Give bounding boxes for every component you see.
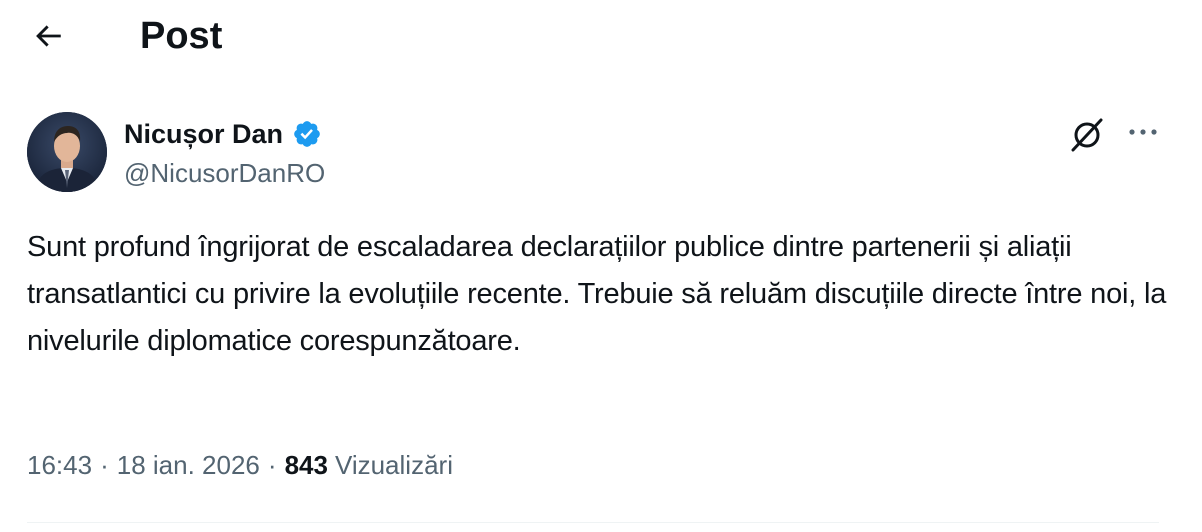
tweet: Nicușor Dan @NicusorDanRO Sunt profund î… xyxy=(0,76,1202,532)
avatar-image xyxy=(27,112,107,192)
views-label: Vizualizări xyxy=(334,450,453,480)
meta-separator: · xyxy=(100,450,109,480)
author-handle[interactable]: @NicusorDanRO xyxy=(124,156,325,190)
avatar[interactable] xyxy=(27,112,107,192)
grok-icon xyxy=(1071,118,1103,152)
tweet-time[interactable]: 16:43 xyxy=(27,448,92,482)
author-name[interactable]: Nicușor Dan xyxy=(124,118,283,150)
meta-separator: · xyxy=(267,450,277,480)
top-bar: Post xyxy=(0,0,1202,76)
divider xyxy=(27,522,1159,523)
tweet-meta: 16:43 · 18 ian. 2026 · 843 Vizualizări xyxy=(27,448,453,482)
back-button[interactable] xyxy=(22,12,74,60)
page-title: Post xyxy=(140,15,223,57)
views-count: 843 xyxy=(284,450,328,480)
author-name-row[interactable]: Nicușor Dan xyxy=(124,118,322,150)
tweet-date[interactable]: 18 ian. 2026 xyxy=(117,448,260,482)
more-button[interactable] xyxy=(1118,112,1168,152)
more-icon xyxy=(1129,129,1157,135)
arrow-left-icon xyxy=(36,25,61,47)
tweet-text: Sunt profund îngrijorat de escaladarea d… xyxy=(27,231,1167,357)
verified-badge-icon[interactable] xyxy=(292,119,322,149)
grok-button[interactable] xyxy=(1062,112,1112,158)
